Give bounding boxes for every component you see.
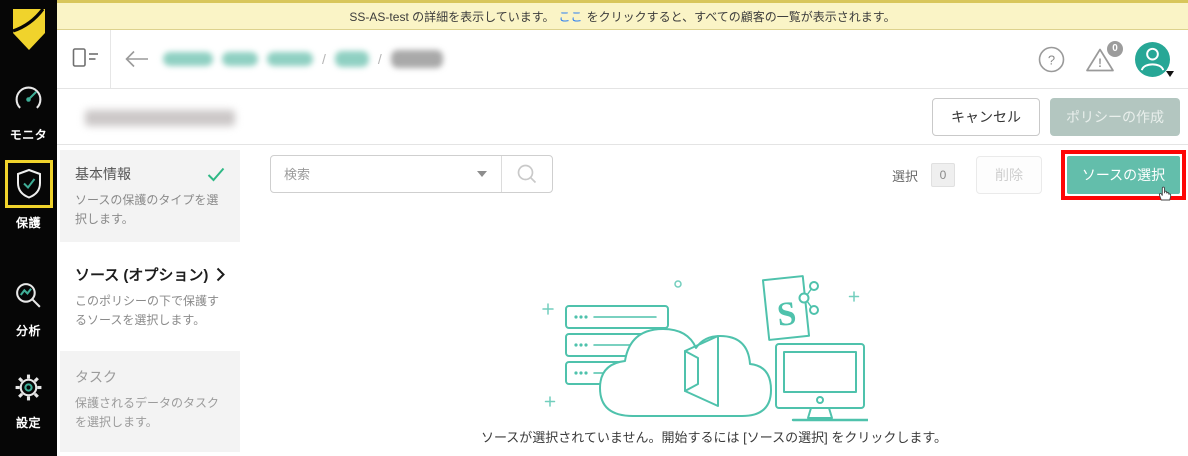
svg-text:?: ? — [1048, 52, 1055, 67]
gear-icon — [15, 374, 42, 401]
druva-logo[interactable] — [0, 6, 57, 54]
user-icon — [1140, 47, 1165, 71]
shield-logo-icon — [11, 8, 45, 50]
avatar[interactable] — [1135, 41, 1174, 77]
sidebar-item-settings[interactable]: 設定 — [0, 372, 57, 431]
sidebar-item-analyze[interactable]: 分析 — [0, 280, 57, 339]
wizard-steps-panel: 基本情報 ソースの保護のタイプを選択します。 ソース (オプション) このポリシ… — [60, 150, 240, 454]
step-title: ソース (オプション) — [75, 267, 209, 285]
magnifier-chart-icon — [16, 283, 41, 308]
header-divider — [110, 30, 111, 88]
sidebar-item-protect[interactable]: 保護 — [0, 160, 57, 231]
banner-text: をクリックすると、すべての顧客の一覧が表示されます。 — [586, 9, 896, 24]
sidebar-item-label: 分析 — [15, 324, 41, 338]
sidebar-item-label: 保護 — [15, 216, 41, 230]
search-button[interactable] — [502, 163, 552, 185]
step-description: ソースの保護のタイプを選択します。 — [75, 193, 219, 226]
delete-button[interactable]: 削除 — [976, 156, 1042, 194]
caret-down-icon[interactable] — [477, 171, 487, 177]
search-input[interactable] — [271, 166, 477, 182]
check-icon — [207, 167, 225, 181]
page-title-redacted — [85, 110, 235, 126]
active-nav-highlight — [4, 160, 53, 208]
step-source[interactable]: ソース (オプション) このポリシーの下で保護するソースを選択します。 — [60, 244, 240, 350]
breadcrumb-separator: / — [322, 51, 326, 67]
cursor-icon — [1158, 186, 1172, 201]
selected-count: 0 — [931, 163, 955, 187]
breadcrumb-redacted-customer[interactable] — [222, 52, 258, 66]
sidebar-item-label: モニタ — [9, 128, 48, 142]
svg-text:!: ! — [1098, 56, 1102, 70]
selected-label: 選択 — [891, 168, 918, 184]
selection-controls: 選択 0 削除 ソースの選択 — [891, 150, 1186, 201]
app-screen: モニタ 保護 分析 設定 SS-AS-test の詳細を表示しています。 ここ … — [0, 0, 1188, 456]
step-description: 保護されるデータのタスクを選択します。 — [75, 396, 220, 429]
sidebar: モニタ 保護 分析 設定 — [0, 0, 57, 456]
sidebar-item-monitor[interactable]: モニタ — [0, 84, 57, 143]
breadcrumb: / / — [163, 30, 443, 88]
annotation-highlight-box: ソースの選択 — [1061, 150, 1186, 201]
alert-count-badge: 0 — [1107, 40, 1123, 57]
shield-check-icon — [16, 168, 41, 199]
step-description: このポリシーの下で保護するソースを選択します。 — [75, 294, 220, 327]
back-arrow-icon — [125, 50, 148, 68]
chevron-down-icon — [1166, 70, 1174, 77]
breadcrumb-separator: / — [377, 51, 382, 67]
banner-text: SS-AS-test の詳細を表示しています。 — [349, 9, 555, 24]
page-header: キャンセル ポリシーの作成 — [57, 89, 1188, 145]
search-combo — [270, 155, 553, 193]
create-policy-button[interactable]: ポリシーの作成 — [1050, 98, 1180, 136]
cloud-sources-illustration: S — [542, 275, 870, 422]
search-icon — [517, 164, 537, 184]
help-button[interactable]: ? — [1038, 46, 1065, 73]
page-actions: キャンセル ポリシーの作成 — [932, 98, 1180, 136]
gauge-icon — [15, 86, 42, 109]
alerts-button[interactable]: ! 0 — [1085, 40, 1123, 73]
chevron-right-icon — [216, 267, 225, 282]
breadcrumb-redacted-page — [390, 50, 443, 68]
step-basic-info[interactable]: 基本情報 ソースの保護のタイプを選択します。 — [60, 150, 240, 243]
banner-link[interactable]: ここ — [559, 8, 583, 25]
step-title: タスク — [75, 369, 117, 386]
help-icon: ? — [1038, 46, 1065, 72]
step-title: 基本情報 — [75, 166, 131, 182]
step-task[interactable]: タスク 保護されるデータのタスクを選択します。 — [60, 351, 240, 452]
app-header: / / ? ! 0 — [57, 30, 1188, 89]
sidebar-item-label: 設定 — [15, 416, 41, 430]
breadcrumb-redacted-section[interactable] — [334, 51, 369, 67]
svg-text:S: S — [775, 295, 798, 334]
breadcrumb-redacted-customer[interactable] — [163, 52, 213, 66]
cancel-button[interactable]: キャンセル — [932, 98, 1040, 136]
empty-state-illustration: S — [538, 248, 870, 438]
breadcrumb-redacted-customer[interactable] — [267, 52, 313, 66]
header-icons: ? ! 0 — [1038, 30, 1174, 88]
back-button[interactable] — [123, 49, 149, 74]
collapse-sidebar-icon — [72, 48, 98, 67]
empty-state-message: ソースが選択されていません。開始するには [ソースの選択] をクリックします。 — [480, 430, 948, 445]
collapse-sidebar-button[interactable] — [72, 47, 100, 74]
notification-banner: SS-AS-test の詳細を表示しています。 ここ をクリックすると、すべての… — [57, 0, 1188, 30]
